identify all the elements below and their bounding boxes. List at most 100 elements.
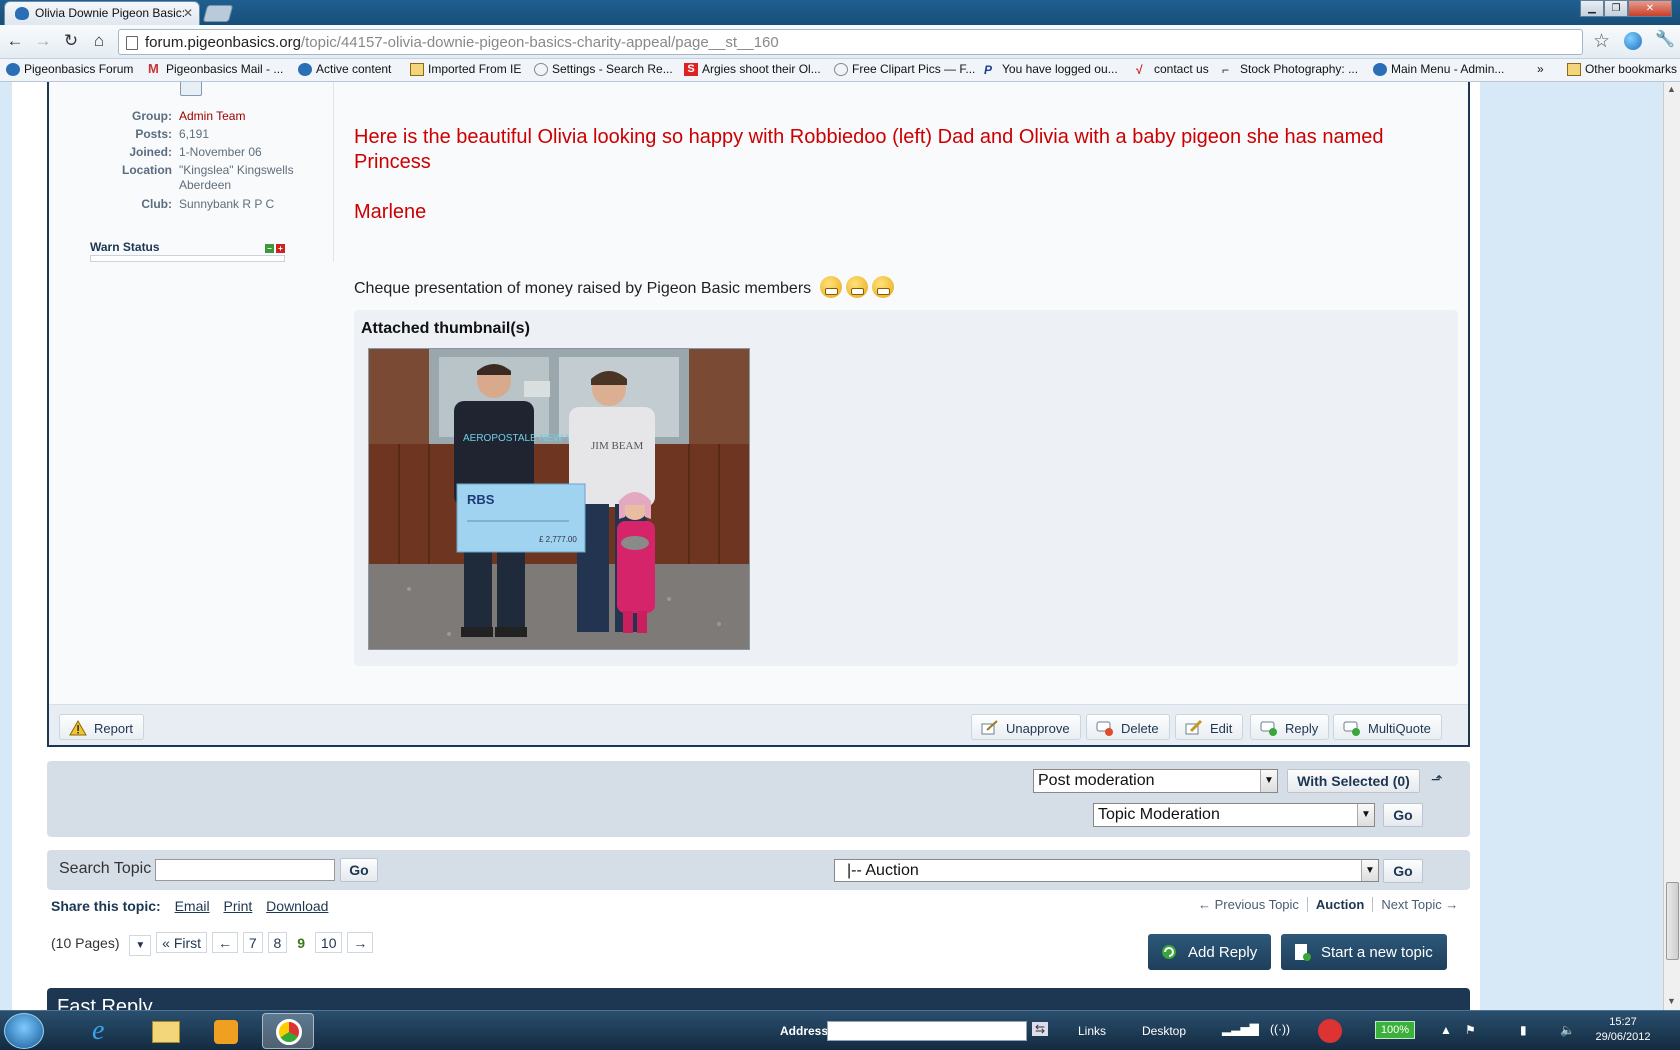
post-action-bar: Report Unapprove Delete Edit Reply Multi… (49, 704, 1468, 745)
next-page-link[interactable]: → (347, 932, 374, 953)
bookmark-star-icon[interactable]: ☆ (1593, 30, 1610, 53)
signal-bars-icon[interactable]: ▂▃▅▇ (1222, 1022, 1259, 1036)
current-forum-link[interactable]: Auction (1316, 897, 1364, 912)
topic-moderation-go-button[interactable]: Go (1383, 803, 1423, 827)
system-clock[interactable]: 15:27 29/06/2012 (1590, 1015, 1656, 1045)
warn-minus-icon[interactable]: − (265, 244, 274, 253)
page-link[interactable]: 10 (314, 932, 343, 953)
message-icon[interactable] (180, 82, 202, 96)
window-close-icon[interactable]: ✕ (1628, 0, 1672, 17)
topic-moderation-value: Topic Moderation (1098, 806, 1220, 823)
topic-moderation-select[interactable]: Topic Moderation ▼ (1093, 803, 1375, 827)
forum-page: Group: Admin Team Posts: 6,191 Joined: 1… (12, 82, 1480, 1010)
network-icon[interactable]: ▮ (1520, 1023, 1527, 1037)
first-page-link[interactable]: « First (156, 932, 208, 953)
edit-button[interactable]: Edit (1175, 714, 1244, 740)
share-download-link[interactable]: Download (266, 898, 328, 914)
wrench-menu-icon[interactable]: 🔧 (1655, 29, 1675, 49)
wireless-icon[interactable]: ((·)) (1270, 1022, 1290, 1036)
bookmark-item[interactable]: Main Menu - Admin... (1371, 62, 1504, 76)
taskbar-desktop-toolbar[interactable]: Desktop (1142, 1024, 1186, 1038)
back-icon[interactable]: ← (4, 31, 26, 51)
chrome-taskbar-icon[interactable] (262, 1013, 314, 1049)
location-label: Location (122, 163, 172, 177)
page-jump-chevron-down-icon[interactable]: ▼ (129, 935, 152, 956)
bookmark-item[interactable]: Free Clipart Pics — F... (832, 62, 975, 76)
battery-indicator[interactable]: 100% (1375, 1021, 1415, 1039)
bookmark-item[interactable]: √ contact us (1134, 62, 1209, 77)
start-new-topic-label: Start a new topic (1321, 944, 1433, 961)
start-new-topic-button[interactable]: Start a new topic (1281, 934, 1447, 970)
fast-reply-header: Fast Reply (47, 988, 1470, 1010)
prev-page-link[interactable]: ← (211, 932, 238, 953)
report-button[interactable]: Report (59, 714, 145, 740)
bookmark-item[interactable]: Pigeonbasics Forum (4, 62, 133, 76)
share-print-link[interactable]: Print (223, 898, 252, 914)
taskbar-links-toolbar[interactable]: Links (1078, 1024, 1106, 1038)
post-moderation-value: Post moderation (1038, 772, 1155, 789)
bookmark-item[interactable]: M Pigeonbasics Mail - ... (146, 61, 283, 76)
close-tab-icon[interactable]: ✕ (183, 6, 193, 20)
search-go-button[interactable]: Go (340, 858, 378, 882)
bookmark-item[interactable]: Settings - Search Re... (532, 62, 673, 76)
select-all-arrow-icon[interactable]: ⬏ (1431, 771, 1443, 788)
multiquote-button[interactable]: MultiQuote (1333, 714, 1442, 740)
taskbar-address-go-icon[interactable]: ⇆ (1032, 1022, 1049, 1036)
go-label: Go (1393, 807, 1413, 823)
bookmark-item[interactable]: Imported From IE (408, 62, 521, 76)
reload-icon[interactable]: ↻ (60, 31, 82, 51)
windows-start-icon[interactable] (4, 1013, 44, 1049)
delete-button[interactable]: Delete (1086, 714, 1170, 740)
bookmark-item[interactable]: ⌐ Stock Photography: ... (1220, 62, 1358, 77)
unapprove-button[interactable]: Unapprove (971, 714, 1081, 740)
maximize-icon[interactable]: ❐ (1604, 0, 1628, 17)
app-tray-icon[interactable] (1318, 1019, 1342, 1043)
forum-jump-go-button[interactable]: Go (1383, 859, 1423, 883)
add-reply-button[interactable]: Add Reply (1148, 934, 1272, 970)
flag-icon[interactable]: ⚑ (1465, 1023, 1476, 1037)
gear-icon (534, 63, 548, 76)
page-link[interactable]: 7 (242, 932, 263, 953)
scrollbar-thumb[interactable] (1666, 882, 1679, 960)
address-bar[interactable]: forum.pigeonbasics.org/topic/44157-olivi… (118, 29, 1583, 55)
media-player-icon[interactable] (200, 1013, 252, 1049)
bookmark-label: You have logged ou... (1002, 62, 1118, 76)
bookmark-item[interactable]: S Argies shoot their Ol... (682, 62, 821, 76)
delete-label: Delete (1121, 721, 1159, 736)
forward-icon[interactable]: → (32, 31, 54, 51)
page-link[interactable]: 8 (267, 932, 288, 953)
browser-tab-active[interactable]: Olivia Downie Pigeon Basic: ✕ (4, 1, 200, 25)
tab-title: Olivia Downie Pigeon Basic: (35, 6, 186, 20)
post-signature: Marlene (354, 201, 427, 223)
forum-jump-select[interactable]: |-- Auction ▼ (834, 859, 1379, 882)
bookmark-item[interactable]: P You have logged ou... (982, 62, 1118, 77)
search-topic-bar: Search Topic Go |-- Auction ▼ Go (47, 850, 1470, 890)
globe-icon (834, 63, 848, 76)
search-topic-input[interactable] (155, 859, 335, 881)
scroll-down-icon[interactable]: ▼ (1667, 996, 1676, 1006)
bookmarks-overflow-icon[interactable]: » (1533, 62, 1544, 76)
next-topic-link[interactable]: Next Topic → (1381, 897, 1458, 912)
globe-extension-icon[interactable] (1624, 32, 1642, 50)
previous-topic-link[interactable]: ← Previous Topic (1198, 897, 1299, 912)
folder-icon (410, 63, 424, 76)
post-moderation-select[interactable]: Post moderation ▼ (1033, 769, 1278, 793)
home-icon[interactable]: ⌂ (88, 31, 110, 51)
volume-icon[interactable]: 🔈 (1560, 1023, 1575, 1037)
attachment-thumbnail[interactable]: AEROPOSTALE NEW YORK JIM BEAM RBS £ 2,77… (368, 348, 750, 650)
taskbar-address-input[interactable] (827, 1021, 1027, 1041)
minimize-icon[interactable]: ▁ (1580, 0, 1604, 17)
with-selected-button[interactable]: With Selected (0) (1287, 769, 1420, 793)
clock-time: 15:27 (1609, 1016, 1637, 1028)
reply-button[interactable]: Reply (1250, 714, 1330, 740)
bookmark-item[interactable]: Active content (296, 62, 391, 76)
internet-explorer-icon[interactable]: e (80, 1013, 132, 1049)
vertical-scrollbar[interactable]: ▲ ▼ (1663, 82, 1680, 1010)
warn-plus-icon[interactable]: + (276, 244, 285, 253)
share-email-link[interactable]: Email (175, 898, 210, 914)
other-bookmarks[interactable]: Other bookmarks (1565, 62, 1677, 76)
scroll-up-icon[interactable]: ▲ (1667, 84, 1676, 94)
new-tab-button[interactable] (202, 5, 234, 22)
tray-expand-icon[interactable]: ▲ (1440, 1023, 1452, 1037)
file-explorer-icon[interactable] (140, 1013, 192, 1049)
